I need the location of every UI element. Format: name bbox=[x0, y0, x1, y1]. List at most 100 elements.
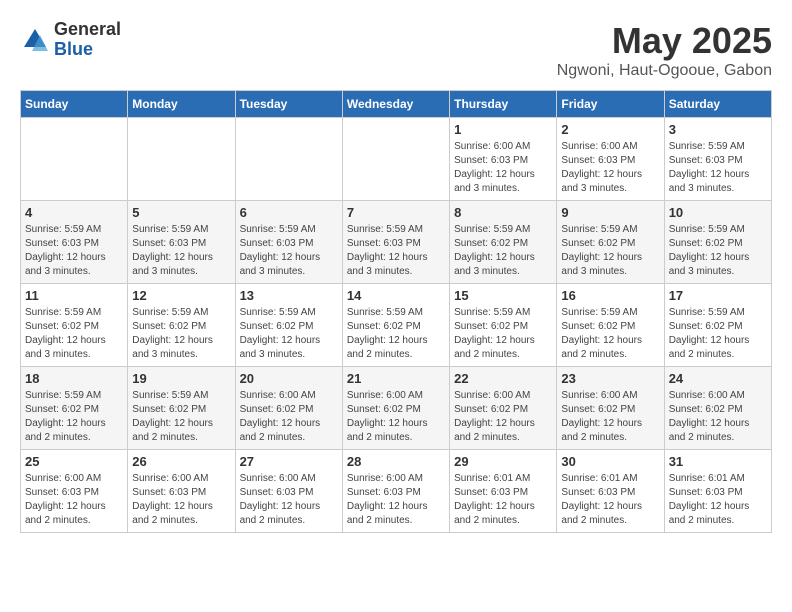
day-info: Sunrise: 5:59 AM Sunset: 6:03 PM Dayligh… bbox=[25, 223, 123, 279]
calendar-cell: 20Sunrise: 6:00 AM Sunset: 6:02 PM Dayli… bbox=[235, 367, 342, 450]
day-number: 14 bbox=[347, 288, 445, 303]
day-info: Sunrise: 5:59 AM Sunset: 6:02 PM Dayligh… bbox=[669, 306, 767, 362]
day-info: Sunrise: 6:01 AM Sunset: 6:03 PM Dayligh… bbox=[561, 472, 659, 528]
day-number: 20 bbox=[240, 371, 338, 386]
logo: General Blue bbox=[20, 20, 121, 60]
day-number: 12 bbox=[132, 288, 230, 303]
day-info: Sunrise: 5:59 AM Sunset: 6:03 PM Dayligh… bbox=[669, 140, 767, 196]
day-info: Sunrise: 5:59 AM Sunset: 6:02 PM Dayligh… bbox=[25, 306, 123, 362]
calendar-cell: 1Sunrise: 6:00 AM Sunset: 6:03 PM Daylig… bbox=[450, 118, 557, 201]
day-info: Sunrise: 5:59 AM Sunset: 6:02 PM Dayligh… bbox=[240, 306, 338, 362]
calendar-cell: 16 Sunrise: 5:59 AM Sunset: 6:02 PM Dayli… bbox=[557, 284, 664, 367]
calendar-cell: 27Sunrise: 6:00 AM Sunset: 6:03 PM Dayli… bbox=[235, 450, 342, 533]
calendar-week-row: 18Sunrise: 5:59 AM Sunset: 6:02 PM Dayli… bbox=[21, 367, 772, 450]
logo-icon bbox=[20, 25, 50, 55]
calendar-cell: 7 Sunrise: 5:59 AM Sunset: 6:03 PM Daylig… bbox=[342, 201, 449, 284]
page-header: General Blue May 2025 Ngwoni, Haut-Ogoou… bbox=[20, 20, 772, 80]
day-info: Sunrise: 5:59 AM Sunset: 6:03 PM Dayligh… bbox=[132, 223, 230, 279]
day-number: 7 bbox=[347, 205, 445, 220]
day-number: 10 bbox=[669, 205, 767, 220]
day-info: Sunrise: 5:59 AM Sunset: 6:02 PM Dayligh… bbox=[561, 306, 659, 362]
day-number: 16 bbox=[561, 288, 659, 303]
calendar-cell: 24Sunrise: 6:00 AM Sunset: 6:02 PM Dayli… bbox=[664, 367, 771, 450]
day-number: 28 bbox=[347, 454, 445, 469]
day-number: 29 bbox=[454, 454, 552, 469]
day-number: 30 bbox=[561, 454, 659, 469]
day-info: Sunrise: 6:00 AM Sunset: 6:03 PM Dayligh… bbox=[132, 472, 230, 528]
day-number: 13 bbox=[240, 288, 338, 303]
day-number: 19 bbox=[132, 371, 230, 386]
calendar-week-row: 4 Sunrise: 5:59 AM Sunset: 6:03 PM Daylig… bbox=[21, 201, 772, 284]
weekday-header: Monday bbox=[128, 91, 235, 118]
day-number: 22 bbox=[454, 371, 552, 386]
day-info: Sunrise: 6:00 AM Sunset: 6:03 PM Dayligh… bbox=[240, 472, 338, 528]
calendar-cell: 25 Sunrise: 6:00 AM Sunset: 6:03 PM Dayli… bbox=[21, 450, 128, 533]
day-info: Sunrise: 6:00 AM Sunset: 6:03 PM Dayligh… bbox=[347, 472, 445, 528]
day-info: Sunrise: 5:59 AM Sunset: 6:02 PM Dayligh… bbox=[561, 223, 659, 279]
day-number: 5 bbox=[132, 205, 230, 220]
title-block: May 2025 Ngwoni, Haut-Ogooue, Gabon bbox=[557, 20, 772, 80]
weekday-header: Wednesday bbox=[342, 91, 449, 118]
day-number: 3 bbox=[669, 122, 767, 137]
day-number: 25 bbox=[25, 454, 123, 469]
calendar-cell: 2 Sunrise: 6:00 AM Sunset: 6:03 PM Daylig… bbox=[557, 118, 664, 201]
calendar-cell: 11 Sunrise: 5:59 AM Sunset: 6:02 PM Dayli… bbox=[21, 284, 128, 367]
calendar-cell: 15 Sunrise: 5:59 AM Sunset: 6:02 PM Dayli… bbox=[450, 284, 557, 367]
day-number: 23 bbox=[561, 371, 659, 386]
day-info: Sunrise: 6:00 AM Sunset: 6:02 PM Dayligh… bbox=[347, 389, 445, 445]
calendar-table: SundayMondayTuesdayWednesdayThursdayFrid… bbox=[20, 90, 772, 533]
calendar-cell: 30 Sunrise: 6:01 AM Sunset: 6:03 PM Dayli… bbox=[557, 450, 664, 533]
calendar-header-row: SundayMondayTuesdayWednesdayThursdayFrid… bbox=[21, 91, 772, 118]
weekday-header: Tuesday bbox=[235, 91, 342, 118]
day-number: 21 bbox=[347, 371, 445, 386]
calendar-cell: 26 Sunrise: 6:00 AM Sunset: 6:03 PM Dayli… bbox=[128, 450, 235, 533]
page-title: May 2025 bbox=[557, 20, 772, 62]
day-info: Sunrise: 6:00 AM Sunset: 6:03 PM Dayligh… bbox=[561, 140, 659, 196]
day-info: Sunrise: 5:59 AM Sunset: 6:02 PM Dayligh… bbox=[454, 306, 552, 362]
day-info: Sunrise: 5:59 AM Sunset: 6:03 PM Dayligh… bbox=[240, 223, 338, 279]
day-number: 31 bbox=[669, 454, 767, 469]
day-info: Sunrise: 5:59 AM Sunset: 6:03 PM Dayligh… bbox=[347, 223, 445, 279]
calendar-cell: 19 Sunrise: 5:59 AM Sunset: 6:02 PM Dayli… bbox=[128, 367, 235, 450]
calendar-cell bbox=[342, 118, 449, 201]
day-number: 6 bbox=[240, 205, 338, 220]
calendar-cell: 28 Sunrise: 6:00 AM Sunset: 6:03 PM Dayli… bbox=[342, 450, 449, 533]
calendar-cell: 12 Sunrise: 5:59 AM Sunset: 6:02 PM Dayli… bbox=[128, 284, 235, 367]
day-info: Sunrise: 6:00 AM Sunset: 6:03 PM Dayligh… bbox=[25, 472, 123, 528]
day-number: 2 bbox=[561, 122, 659, 137]
calendar-cell: 13 Sunrise: 5:59 AM Sunset: 6:02 PM Dayli… bbox=[235, 284, 342, 367]
day-info: Sunrise: 6:00 AM Sunset: 6:02 PM Dayligh… bbox=[454, 389, 552, 445]
day-number: 24 bbox=[669, 371, 767, 386]
calendar-cell bbox=[21, 118, 128, 201]
calendar-week-row: 1Sunrise: 6:00 AM Sunset: 6:03 PM Daylig… bbox=[21, 118, 772, 201]
page-subtitle: Ngwoni, Haut-Ogooue, Gabon bbox=[557, 62, 772, 80]
weekday-header: Saturday bbox=[664, 91, 771, 118]
day-number: 8 bbox=[454, 205, 552, 220]
day-info: Sunrise: 6:01 AM Sunset: 6:03 PM Dayligh… bbox=[454, 472, 552, 528]
calendar-cell: 9Sunrise: 5:59 AM Sunset: 6:02 PM Daylig… bbox=[557, 201, 664, 284]
day-info: Sunrise: 5:59 AM Sunset: 6:02 PM Dayligh… bbox=[132, 389, 230, 445]
weekday-header: Thursday bbox=[450, 91, 557, 118]
calendar-cell: 29 Sunrise: 6:01 AM Sunset: 6:03 PM Dayli… bbox=[450, 450, 557, 533]
calendar-cell: 22 Sunrise: 6:00 AM Sunset: 6:02 PM Dayli… bbox=[450, 367, 557, 450]
calendar-cell bbox=[128, 118, 235, 201]
weekday-header: Sunday bbox=[21, 91, 128, 118]
day-info: Sunrise: 6:01 AM Sunset: 6:03 PM Dayligh… bbox=[669, 472, 767, 528]
day-number: 15 bbox=[454, 288, 552, 303]
day-info: Sunrise: 5:59 AM Sunset: 6:02 PM Dayligh… bbox=[132, 306, 230, 362]
day-info: Sunrise: 5:59 AM Sunset: 6:02 PM Dayligh… bbox=[347, 306, 445, 362]
day-number: 26 bbox=[132, 454, 230, 469]
day-number: 4 bbox=[25, 205, 123, 220]
calendar-cell bbox=[235, 118, 342, 201]
day-info: Sunrise: 6:00 AM Sunset: 6:03 PM Dayligh… bbox=[454, 140, 552, 196]
calendar-cell: 4 Sunrise: 5:59 AM Sunset: 6:03 PM Daylig… bbox=[21, 201, 128, 284]
calendar-week-row: 11 Sunrise: 5:59 AM Sunset: 6:02 PM Dayli… bbox=[21, 284, 772, 367]
day-number: 11 bbox=[25, 288, 123, 303]
calendar-cell: 6 Sunrise: 5:59 AM Sunset: 6:03 PM Daylig… bbox=[235, 201, 342, 284]
calendar-cell: 8Sunrise: 5:59 AM Sunset: 6:02 PM Daylig… bbox=[450, 201, 557, 284]
weekday-header: Friday bbox=[557, 91, 664, 118]
calendar-cell: 18Sunrise: 5:59 AM Sunset: 6:02 PM Dayli… bbox=[21, 367, 128, 450]
day-number: 17 bbox=[669, 288, 767, 303]
calendar-cell: 21 Sunrise: 6:00 AM Sunset: 6:02 PM Dayli… bbox=[342, 367, 449, 450]
calendar-cell: 5 Sunrise: 5:59 AM Sunset: 6:03 PM Daylig… bbox=[128, 201, 235, 284]
